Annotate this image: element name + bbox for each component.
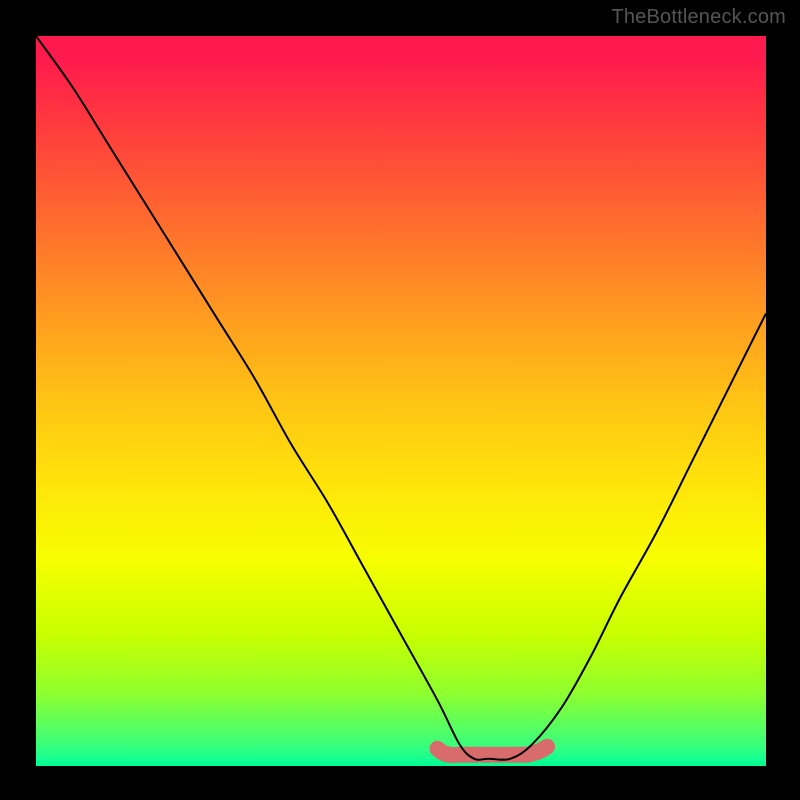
watermark-text: TheBottleneck.com <box>611 6 786 29</box>
valley-highlight <box>438 747 548 755</box>
chart-frame: TheBottleneck.com <box>0 0 800 800</box>
plot-area <box>36 36 766 766</box>
curve-svg <box>36 36 766 766</box>
main-curve <box>36 36 766 760</box>
baseline-glow <box>36 758 766 766</box>
